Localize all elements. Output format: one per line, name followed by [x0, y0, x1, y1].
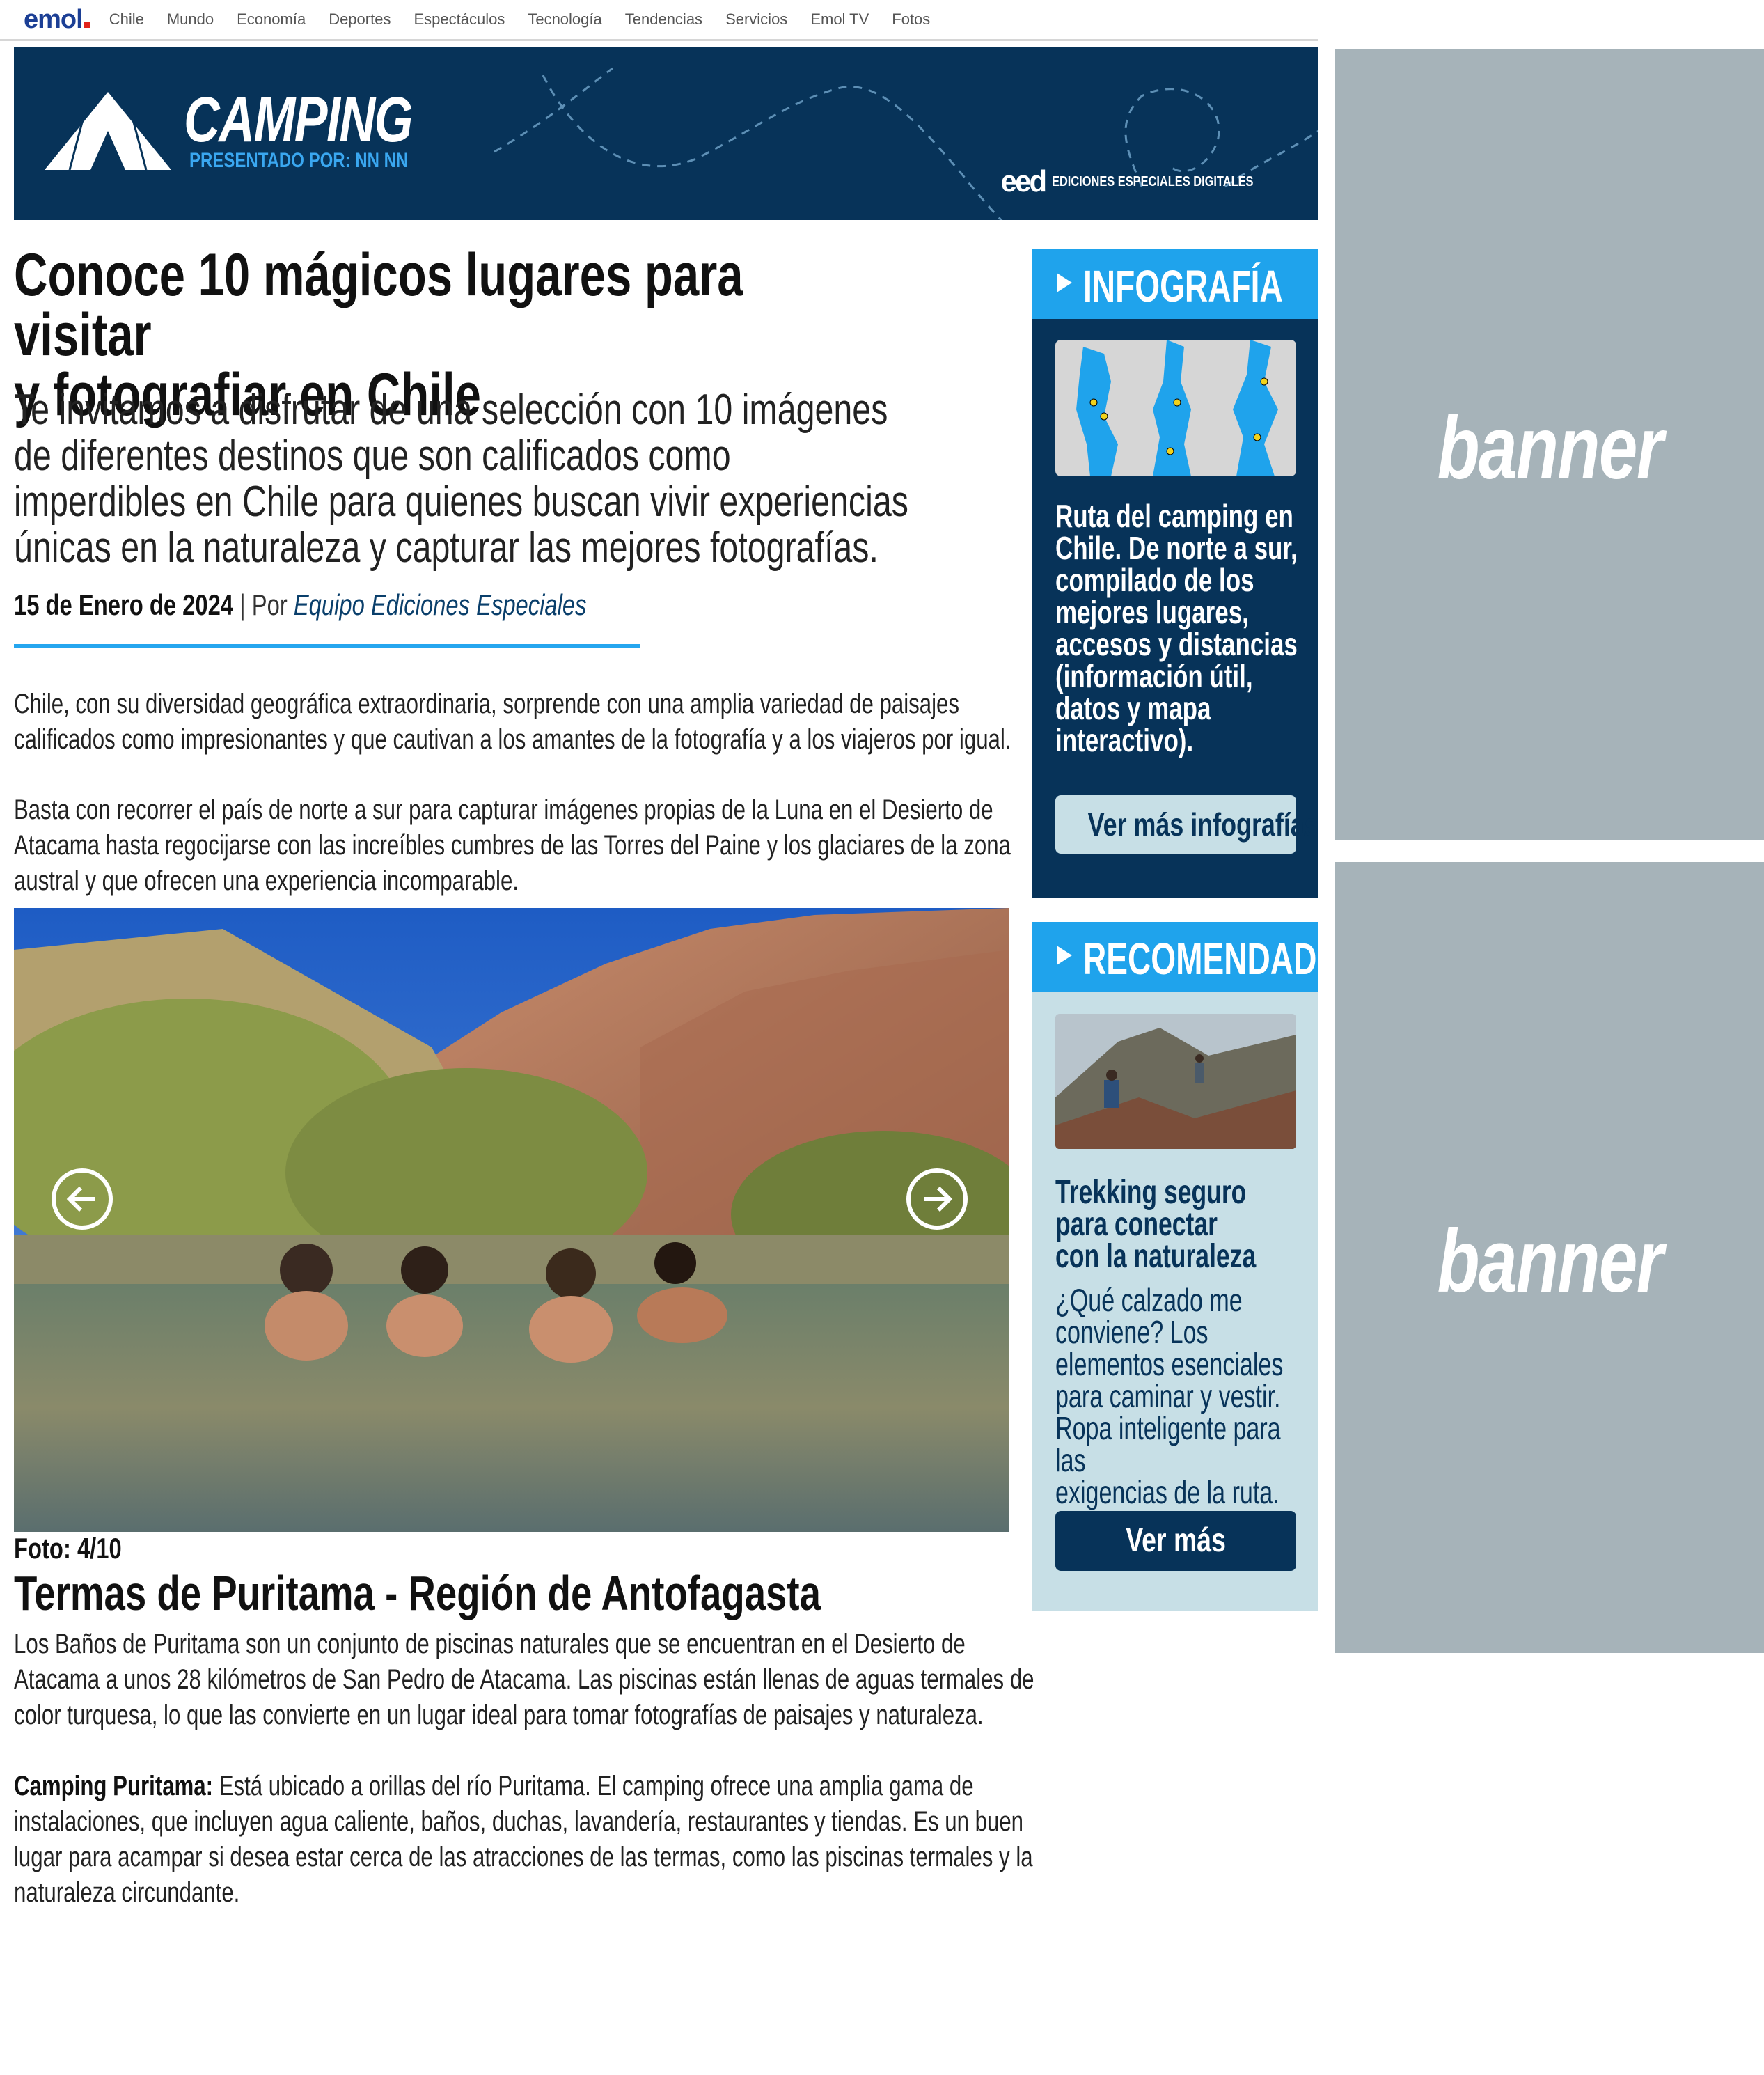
nav-link-economia[interactable]: Economía: [237, 10, 306, 29]
arrow-right-icon: [924, 1186, 953, 1212]
nav-link-fotos[interactable]: Fotos: [892, 10, 930, 29]
emol-logo[interactable]: emol: [24, 5, 90, 35]
eed-branding: eed EDICIONES ESPECIALES DIGITALES: [1000, 164, 1298, 199]
more-infographics-button[interactable]: Ver más infografías: [1055, 795, 1318, 854]
eed-tagline: EDICIONES ESPECIALES DIGITALES: [1051, 173, 1254, 189]
recomendado-header[interactable]: RECOMENDADO: [1032, 922, 1341, 992]
play-icon: [1057, 273, 1072, 292]
ad-banner-top[interactable]: banner: [1335, 49, 1764, 840]
nav-link-mundo[interactable]: Mundo: [167, 10, 214, 29]
photo-counter: Foto: 4/10: [14, 1532, 122, 1565]
arrow-left-icon: [66, 1186, 95, 1212]
trekking-thumbnail[interactable]: [1055, 1014, 1296, 1149]
previous-photo-button[interactable]: [52, 1168, 113, 1230]
nav-link-deportes[interactable]: Deportes: [329, 10, 391, 29]
recommended-article-title[interactable]: Trekking seguro para conectar con la nat…: [1055, 1176, 1292, 1274]
article-subhead: Te invitamos a disfrutar de una selecció…: [14, 386, 908, 572]
infografia-description[interactable]: Ruta del camping en Chile. De norte a su…: [1055, 500, 1299, 756]
photo-caption-title: Termas de Puritama - Región de Antofagas…: [14, 1566, 821, 1620]
presented-by: PRESENTADO POR: NN NN: [189, 149, 409, 172]
byline-divider: [14, 644, 640, 648]
play-icon: [1057, 946, 1072, 965]
nav-link-tecnologia[interactable]: Tecnología: [528, 10, 601, 29]
ad-banner-bottom[interactable]: banner: [1335, 862, 1764, 1653]
publish-date: 15 de Enero de 2024: [14, 588, 234, 621]
camping-header[interactable]: CAMPING PRESENTADO POR: NN NN eed EDICIO…: [14, 47, 1318, 220]
top-navigation: emol Chile Mundo Economía Deportes Espec…: [0, 0, 1318, 41]
camping-label: Camping Puritama:: [14, 1771, 214, 1801]
camping-paragraph: Camping Puritama: Está ubicado a orillas…: [14, 1771, 1033, 1908]
nav-link-emol-tv[interactable]: Emol TV: [810, 10, 869, 29]
nav-link-tendencias[interactable]: Tendencias: [625, 10, 702, 29]
section-title: CAMPING: [184, 84, 414, 155]
logo-dot: [83, 21, 90, 28]
byline: 15 de Enero de 2024 | Por Equipo Edicion…: [14, 589, 989, 621]
next-photo-button[interactable]: [906, 1168, 968, 1230]
nav-link-espectaculos[interactable]: Espectáculos: [414, 10, 505, 29]
eed-logo: eed: [1000, 164, 1047, 198]
byline-separator: | Por: [233, 588, 294, 621]
photo-description: Los Baños de Puritama son un conjunto de…: [14, 1629, 1034, 1730]
gallery-photo: [14, 908, 1009, 1532]
nav-link-servicios[interactable]: Servicios: [725, 10, 787, 29]
infografia-header[interactable]: INFOGRAFÍA: [1032, 249, 1318, 319]
hot-springs-image: [14, 908, 1009, 1532]
trekking-image: [1055, 1014, 1296, 1149]
recommended-article-description: ¿Qué calzado me conviene? Los elementos …: [1055, 1282, 1284, 1510]
tent-icon: [45, 92, 171, 171]
nav-link-chile[interactable]: Chile: [109, 10, 144, 29]
infografia-map-thumbnail[interactable]: [1055, 340, 1296, 476]
nav-links: Chile Mundo Economía Deportes Espectácul…: [109, 10, 954, 29]
see-more-button[interactable]: Ver más: [1055, 1511, 1296, 1571]
chile-map-icon: [1076, 340, 1278, 476]
author-link[interactable]: Equipo Ediciones Especiales: [294, 588, 587, 621]
